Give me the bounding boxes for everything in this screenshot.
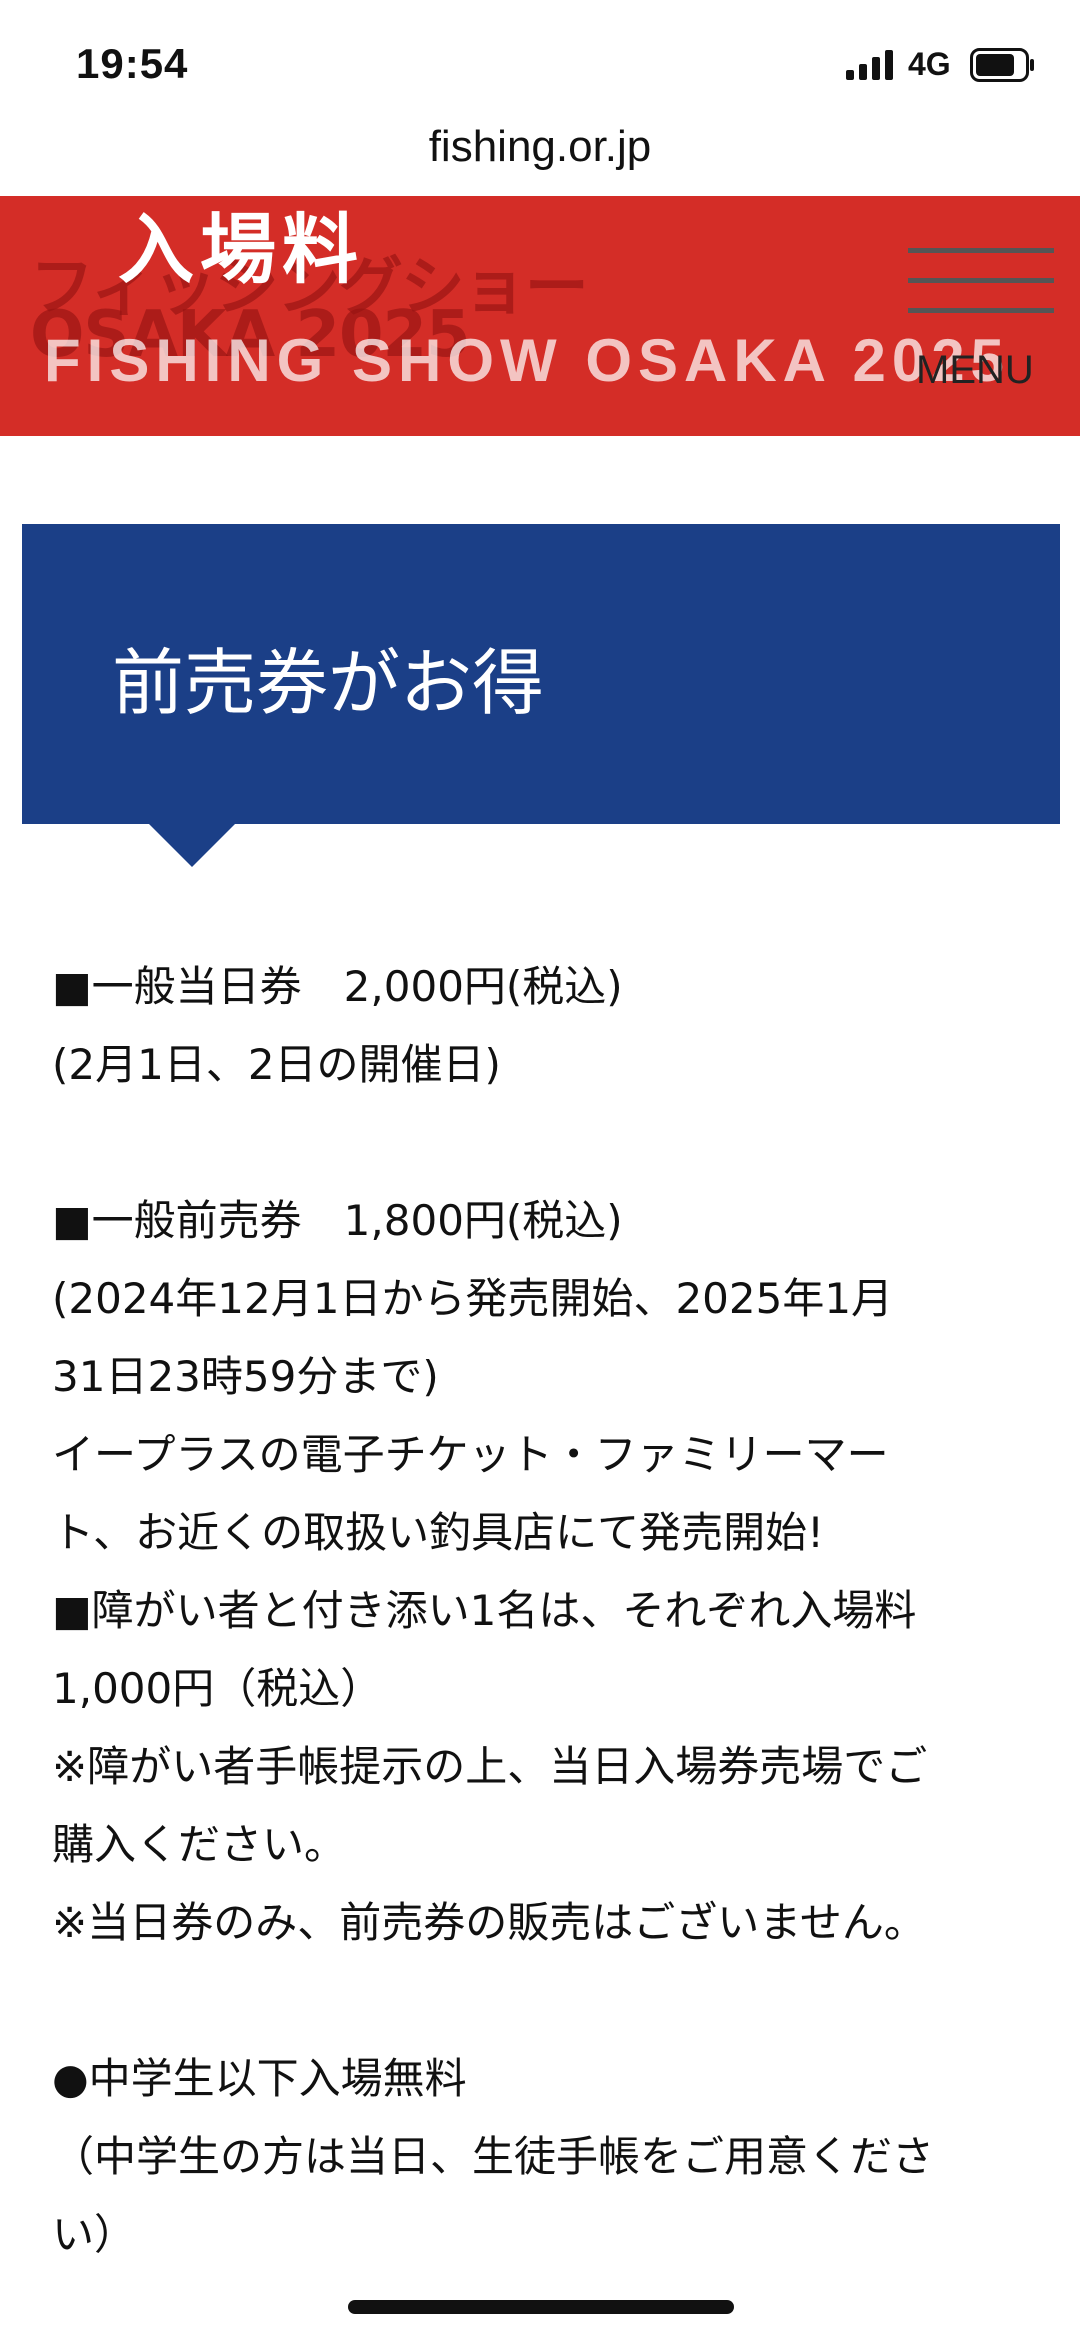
page-title: 入場料 xyxy=(118,205,364,294)
text-line: ※障がい者手帳提示の上、当日入場券売場でご xyxy=(52,1742,928,1791)
text-line: ■障がい者と付き添い1名は、それぞれ入場料 xyxy=(52,1586,917,1635)
network-type: 4G xyxy=(908,46,951,82)
text-line: （中学生の方は当日、生徒手帳をご用意くださ xyxy=(52,2132,935,2181)
text-line: ●中学生以下入場無料 xyxy=(52,2054,467,2103)
text-line: い） xyxy=(52,2210,137,2259)
text-line: ■一般前売券 1,800円(税込) xyxy=(52,1196,623,1245)
battery-icon xyxy=(970,48,1034,82)
text-line: ■一般当日券 2,000円(税込) xyxy=(52,962,623,1011)
text-line: (2024年12月1日から発売開始、2025年1月 xyxy=(52,1274,894,1323)
home-indicator[interactable] xyxy=(348,2300,734,2314)
text-line: 31日23時59分まで) xyxy=(52,1352,439,1401)
hamburger-line xyxy=(908,278,1054,283)
site-header: フィッシングショー OSAKA 2025 入場料 FISHING SHOW OS… xyxy=(0,196,1080,436)
status-bar: 19:54 4G fishing.or.jp xyxy=(0,0,1080,171)
status-time: 19:54 xyxy=(76,40,189,87)
signal-icon xyxy=(846,50,893,80)
section-title: 前売券がお得 xyxy=(112,641,545,725)
menu-label: MENU xyxy=(916,348,1034,392)
text-line: (2月1日、2日の開催日) xyxy=(52,1040,501,1089)
text-line: イープラスの電子チケット・ファミリーマー xyxy=(52,1430,889,1479)
address-bar-url[interactable]: fishing.or.jp xyxy=(0,122,1080,172)
text-line: 1,000円（税込） xyxy=(52,1664,383,1713)
heading-pointer xyxy=(148,823,236,867)
section-heading-box: 前売券がお得 xyxy=(22,524,1060,824)
text-line: ※当日券のみ、前売券の販売はございません。 xyxy=(52,1898,926,1947)
text-line: ト、お近くの取扱い釣具店にて発売開始! xyxy=(52,1508,824,1557)
admission-info: ■一般当日券 2,000円(税込) (2月1日、2日の開催日) ■一般前売券 1… xyxy=(52,948,1052,2274)
text-line: 購入ください。 xyxy=(52,1820,347,1869)
event-name: FISHING SHOW OSAKA 2025 xyxy=(44,327,1010,394)
hamburger-line xyxy=(908,308,1054,313)
menu-button[interactable]: MENU xyxy=(896,248,1056,398)
hamburger-icon xyxy=(908,248,1054,253)
